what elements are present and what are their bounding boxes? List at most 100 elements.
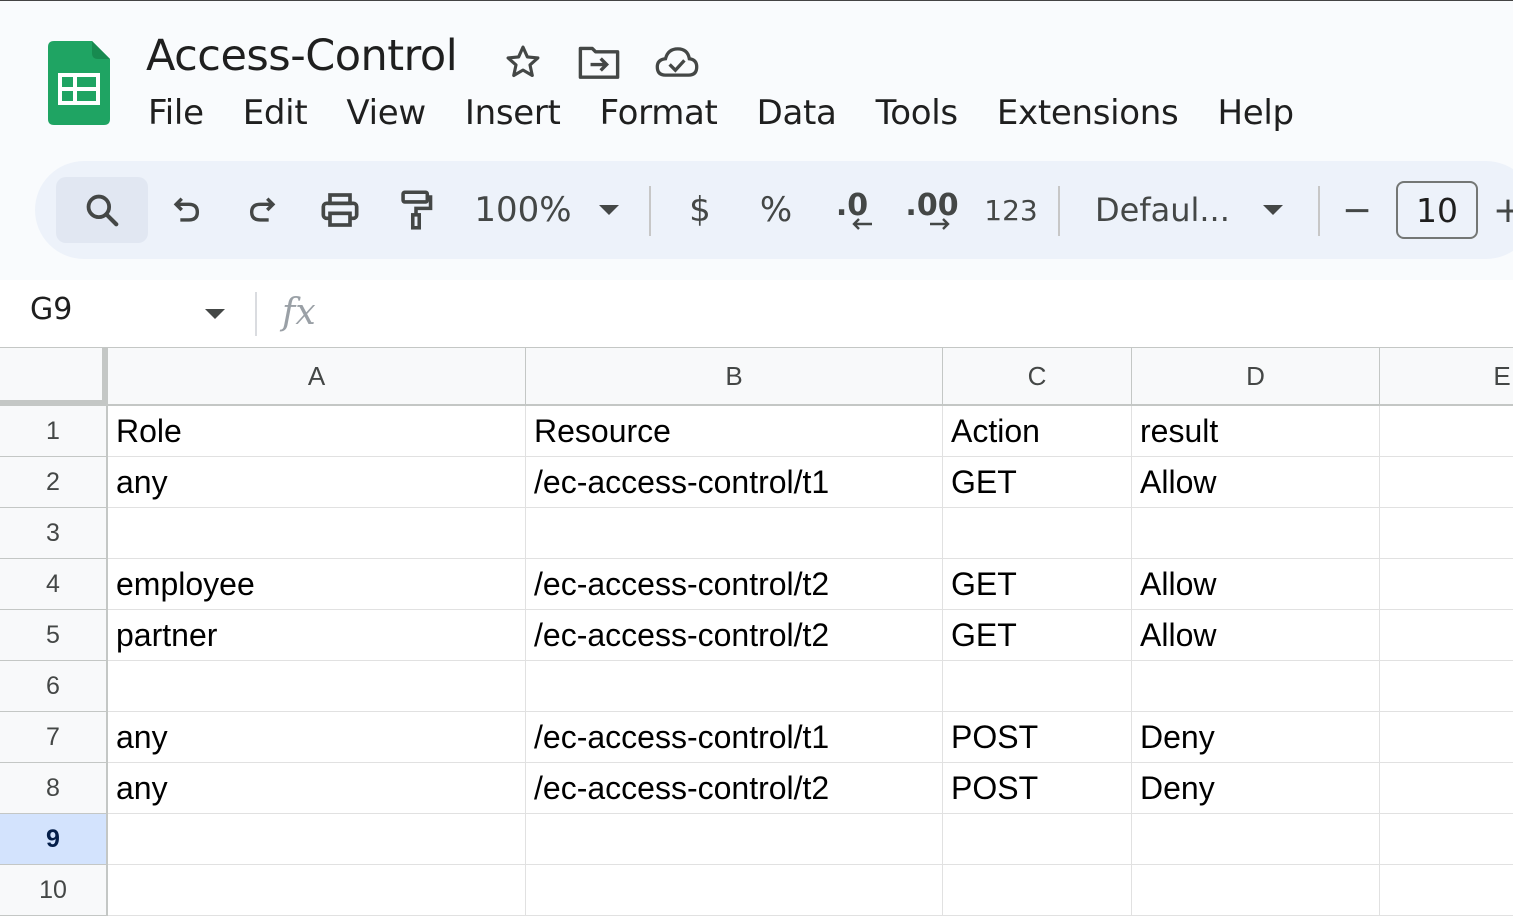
row-header[interactable]: 3: [0, 508, 108, 559]
zoom-select[interactable]: 100%: [473, 161, 573, 259]
cell-b4[interactable]: /ec-access-control/t2: [526, 559, 943, 610]
row-header[interactable]: 9: [0, 814, 108, 865]
cell-d1[interactable]: result: [1132, 406, 1380, 457]
increase-decimal-button[interactable]: .00: [905, 161, 959, 259]
cell-e5[interactable]: [1380, 610, 1513, 661]
name-box[interactable]: G9: [30, 292, 72, 327]
column-header-a[interactable]: A: [108, 348, 526, 406]
move-folder-icon[interactable]: [576, 39, 622, 85]
font-family-select[interactable]: Defaul...: [1095, 161, 1235, 259]
cell-c1[interactable]: Action: [943, 406, 1132, 457]
cell-d10[interactable]: [1132, 865, 1380, 916]
cell-e8[interactable]: [1380, 763, 1513, 814]
star-icon[interactable]: [500, 39, 546, 85]
row-header[interactable]: 7: [0, 712, 108, 763]
cell-c6[interactable]: [943, 661, 1132, 712]
cell-c8[interactable]: POST: [943, 763, 1132, 814]
print-button[interactable]: [315, 161, 365, 259]
decrease-decimal-button[interactable]: .0: [827, 161, 877, 259]
menu-edit[interactable]: Edit: [243, 93, 308, 133]
percent-format-button[interactable]: %: [755, 161, 797, 259]
redo-button[interactable]: [238, 161, 288, 259]
cell-e3[interactable]: [1380, 508, 1513, 559]
cell-c3[interactable]: [943, 508, 1132, 559]
cell-c5[interactable]: GET: [943, 610, 1132, 661]
cell-a4[interactable]: employee: [108, 559, 526, 610]
cell-a5[interactable]: partner: [108, 610, 526, 661]
cell-b7[interactable]: /ec-access-control/t1: [526, 712, 943, 763]
cell-a10[interactable]: [108, 865, 526, 916]
cell-a9[interactable]: [108, 814, 526, 865]
cell-c10[interactable]: [943, 865, 1132, 916]
number-format-button[interactable]: 123: [983, 161, 1039, 259]
menu-help[interactable]: Help: [1217, 93, 1294, 133]
cell-d4[interactable]: Allow: [1132, 559, 1380, 610]
cell-b8[interactable]: /ec-access-control/t2: [526, 763, 943, 814]
cloud-saved-icon[interactable]: [654, 39, 700, 85]
font-dropdown[interactable]: [1259, 161, 1287, 259]
menu-extensions[interactable]: Extensions: [997, 93, 1179, 133]
cell-a3[interactable]: [108, 508, 526, 559]
menu-file[interactable]: File: [148, 93, 204, 133]
menu-format[interactable]: Format: [600, 93, 718, 133]
doc-title[interactable]: Access-Control: [146, 31, 458, 81]
cell-c4[interactable]: GET: [943, 559, 1132, 610]
cell-c7[interactable]: POST: [943, 712, 1132, 763]
row-header[interactable]: 2: [0, 457, 108, 508]
select-all-corner[interactable]: [0, 348, 108, 406]
increase-font-size-button[interactable]: +: [1493, 161, 1513, 259]
cell-a8[interactable]: any: [108, 763, 526, 814]
cell-a7[interactable]: any: [108, 712, 526, 763]
currency-format-button[interactable]: $: [680, 161, 720, 259]
row-header[interactable]: 10: [0, 865, 108, 916]
toolbar-divider: [1318, 186, 1320, 236]
cell-e7[interactable]: [1380, 712, 1513, 763]
cell-c9[interactable]: [943, 814, 1132, 865]
cell-b9[interactable]: [526, 814, 943, 865]
cell-a2[interactable]: any: [108, 457, 526, 508]
cell-b10[interactable]: [526, 865, 943, 916]
column-header-c[interactable]: C: [943, 348, 1132, 406]
search-menus-button[interactable]: [56, 177, 148, 243]
cell-d6[interactable]: [1132, 661, 1380, 712]
column-header-b[interactable]: B: [526, 348, 943, 406]
cell-e4[interactable]: [1380, 559, 1513, 610]
cell-a1[interactable]: Role: [108, 406, 526, 457]
cell-d9[interactable]: [1132, 814, 1380, 865]
cell-e1[interactable]: [1380, 406, 1513, 457]
cell-b2[interactable]: /ec-access-control/t1: [526, 457, 943, 508]
menu-view[interactable]: View: [346, 93, 426, 133]
cell-b1[interactable]: Resource: [526, 406, 943, 457]
cell-b5[interactable]: /ec-access-control/t2: [526, 610, 943, 661]
row-header[interactable]: 5: [0, 610, 108, 661]
cell-d3[interactable]: [1132, 508, 1380, 559]
menu-insert[interactable]: Insert: [465, 93, 561, 133]
cell-d2[interactable]: Allow: [1132, 457, 1380, 508]
row-header[interactable]: 4: [0, 559, 108, 610]
sheets-logo-icon[interactable]: [48, 41, 110, 125]
cell-e2[interactable]: [1380, 457, 1513, 508]
cell-b3[interactable]: [526, 508, 943, 559]
cell-b6[interactable]: [526, 661, 943, 712]
zoom-dropdown[interactable]: [595, 161, 623, 259]
cell-d5[interactable]: Allow: [1132, 610, 1380, 661]
paint-format-button[interactable]: [391, 161, 441, 259]
decrease-font-size-button[interactable]: −: [1339, 161, 1375, 259]
row-header[interactable]: 8: [0, 763, 108, 814]
column-header-d[interactable]: D: [1132, 348, 1380, 406]
cell-e6[interactable]: [1380, 661, 1513, 712]
cell-a6[interactable]: [108, 661, 526, 712]
column-header-e[interactable]: E: [1380, 348, 1513, 406]
cell-c2[interactable]: GET: [943, 457, 1132, 508]
menu-data[interactable]: Data: [757, 93, 837, 133]
menu-tools[interactable]: Tools: [876, 93, 959, 133]
row-header[interactable]: 6: [0, 661, 108, 712]
undo-button[interactable]: [161, 161, 211, 259]
cell-e10[interactable]: [1380, 865, 1513, 916]
font-size-input[interactable]: 10: [1396, 181, 1478, 239]
cell-d7[interactable]: Deny: [1132, 712, 1380, 763]
cell-e9[interactable]: [1380, 814, 1513, 865]
chevron-down-icon[interactable]: [204, 308, 226, 320]
cell-d8[interactable]: Deny: [1132, 763, 1380, 814]
row-header[interactable]: 1: [0, 406, 108, 457]
